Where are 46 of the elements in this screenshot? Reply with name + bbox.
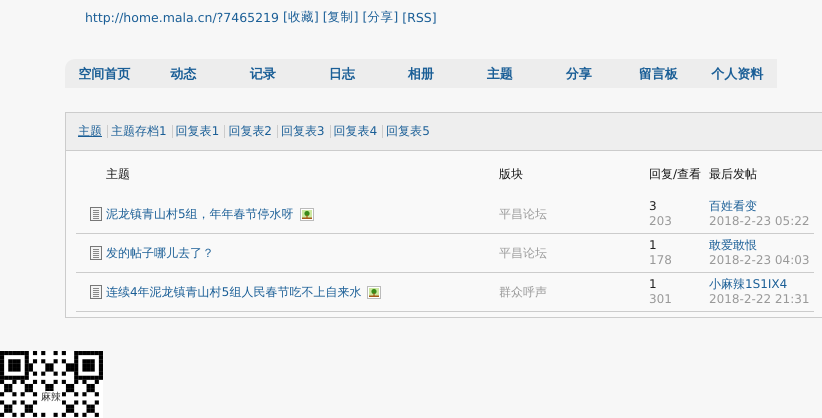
column-header: 版块 [499,166,524,183]
nav-item[interactable]: 分享 [540,64,619,82]
tab[interactable]: 回复表5 [384,123,432,140]
last-post-time: 2018-2-23 05:22 [709,214,810,229]
image-attachment-icon [367,286,382,298]
last-post-time: 2018-2-22 21:31 [709,292,810,307]
tab[interactable]: 主题 [76,123,104,140]
view-count: 178 [649,253,672,268]
nav-item[interactable]: 留言板 [618,64,698,82]
tab[interactable]: 主题存档1 [109,123,169,140]
document-icon [90,207,102,221]
tab[interactable]: 回复表2 [226,123,274,140]
view-count: 203 [649,214,672,229]
nav-item[interactable]: 记录 [223,64,302,82]
reply-count: 1 [649,277,657,292]
column-header: 回复/查看 [649,166,702,183]
header-link[interactable]: [收藏] [282,8,319,26]
topic-link[interactable]: 连续4年泥龙镇青山村5组人民春节吃不上自来水 [106,284,362,300]
header-link[interactable]: [分享] [362,8,398,26]
nav-item[interactable]: 相册 [381,64,461,82]
header-link[interactable]: [复制] [322,8,358,26]
nav-item[interactable]: 空间首页 [65,64,144,82]
topic-link[interactable]: 泥龙镇青山村5组，年年春节停水呀 [106,206,294,222]
document-icon [90,246,102,260]
reply-count: 1 [649,238,657,253]
view-count: 301 [649,292,672,307]
image-attachment-icon [300,208,314,220]
nav-item[interactable]: 主题 [460,64,540,82]
document-icon [90,285,102,299]
header-link[interactable]: [RSS] [402,10,437,24]
last-post-time: 2018-2-23 04:03 [709,253,810,268]
tab[interactable]: 回复表3 [278,123,327,140]
nav-item[interactable]: 动态 [144,64,224,82]
column-header: 最后发帖 [709,166,758,183]
tab[interactable]: 回复表4 [332,123,380,140]
topic-link[interactable]: 发的帖子哪儿去了？ [106,244,214,262]
qr-logo: 麻辣 [40,391,62,405]
last-poster[interactable]: 敢爱敢恨 [709,238,757,253]
nav-item[interactable]: 个人资料 [698,64,777,82]
last-poster[interactable]: 小麻辣1S1IX4 [709,277,788,292]
space-url[interactable]: http://home.mala.cn/?7465219 [85,10,279,24]
tab[interactable]: 回复表1 [174,123,222,140]
nav-item[interactable]: 日志 [302,64,382,82]
reply-count: 3 [649,199,657,214]
last-poster[interactable]: 百姓看变 [709,199,757,214]
column-header: 主题 [106,166,131,183]
